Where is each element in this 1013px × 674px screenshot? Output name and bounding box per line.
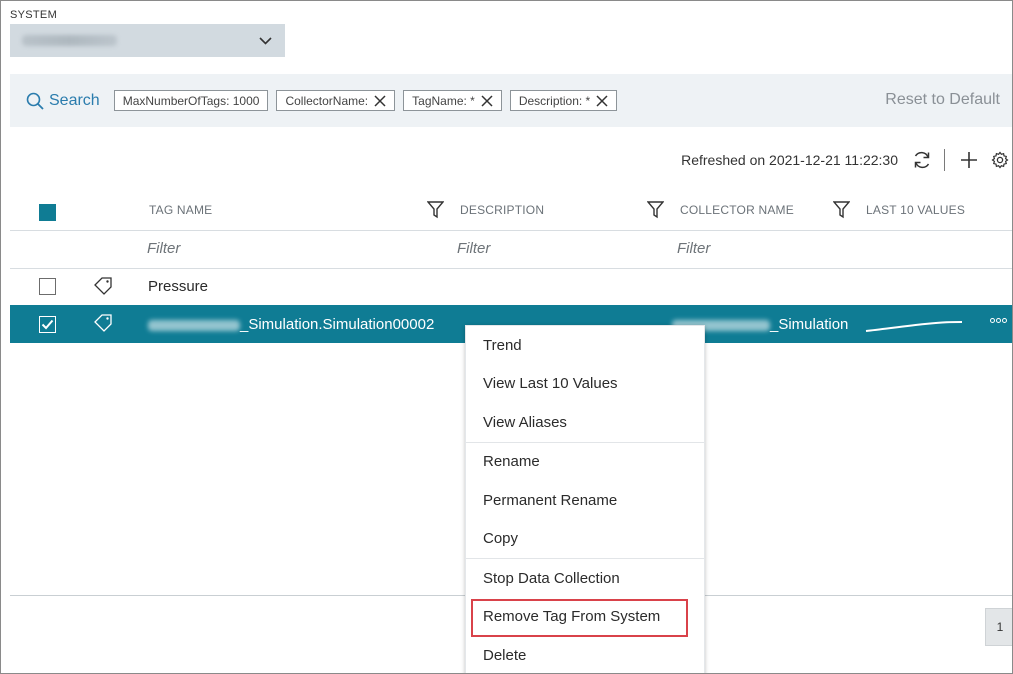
column-header-collector-name[interactable]: COLLECTOR NAME — [680, 203, 794, 217]
tag-name-suffix: _Simulation.Simulation00002 — [240, 316, 435, 333]
close-icon[interactable] — [596, 94, 608, 107]
search-icon — [26, 92, 44, 110]
context-menu: Trend View Last 10 Values View Aliases R… — [465, 325, 705, 673]
chip-label: MaxNumberOfTags: 1000 — [122, 93, 260, 108]
menu-item-copy[interactable]: Copy — [466, 520, 704, 559]
refreshed-timestamp: Refreshed on 2021-12-21 11:22:30 — [681, 152, 898, 168]
collector-name-filter-input[interactable]: Filter — [677, 240, 710, 257]
column-header-last-10-values[interactable]: LAST 10 VALUES — [866, 203, 965, 217]
chip-label: TagName: * — [412, 93, 475, 108]
gear-icon[interactable] — [991, 151, 1009, 169]
refresh-icon[interactable] — [912, 150, 932, 170]
tag-icon — [94, 277, 112, 295]
app-frame: SYSTEM Search MaxNumberOfTags: 1000 Coll… — [0, 0, 1013, 674]
close-icon[interactable] — [374, 94, 386, 107]
search-button[interactable]: Search — [26, 92, 100, 110]
menu-item-trend[interactable]: Trend — [466, 326, 704, 365]
system-selected-value — [22, 35, 117, 46]
table-header: TAG NAME DESCRIPTION COLLECTOR NAME LAST… — [10, 193, 1012, 231]
filter-icon[interactable] — [647, 201, 664, 219]
table-row[interactable]: Pressure — [10, 269, 1012, 305]
column-header-tag-name[interactable]: TAG NAME — [149, 203, 212, 217]
tag-name-cell: Pressure — [148, 278, 209, 295]
chevron-down-icon — [259, 37, 272, 45]
filter-chip-collector-name[interactable]: CollectorName: — [276, 90, 396, 111]
menu-group: Stop Data Collection Remove Tag From Sys… — [466, 559, 704, 673]
search-label: Search — [49, 91, 100, 109]
menu-item-rename[interactable]: Rename — [466, 443, 704, 482]
menu-item-remove-tag-from-system[interactable]: Remove Tag From System — [466, 598, 704, 636]
tag-icon — [94, 314, 112, 332]
page-button[interactable]: 1 — [985, 608, 1012, 646]
menu-group: Trend View Last 10 Values View Aliases — [466, 326, 704, 443]
more-options-icon[interactable] — [990, 318, 1007, 323]
filter-icon[interactable] — [427, 201, 444, 219]
filter-chip-tag-name[interactable]: TagName: * — [403, 90, 502, 111]
close-icon[interactable] — [481, 94, 493, 107]
menu-group: Rename Permanent Rename Copy — [466, 443, 704, 559]
filter-chip-max-tags[interactable]: MaxNumberOfTags: 1000 — [113, 90, 269, 111]
system-dropdown[interactable] — [10, 24, 285, 57]
tag-name-filter-input[interactable]: Filter — [147, 240, 180, 257]
search-bar: Search MaxNumberOfTags: 1000 CollectorNa… — [10, 74, 1012, 127]
plus-icon[interactable] — [959, 150, 979, 170]
row-checkbox[interactable] — [39, 278, 56, 295]
chip-label: CollectorName: — [285, 93, 369, 108]
row-checkbox-checked[interactable] — [39, 316, 56, 333]
select-all-checkbox[interactable] — [39, 204, 56, 221]
menu-item-view-last-10-values[interactable]: View Last 10 Values — [466, 365, 704, 404]
column-header-description[interactable]: DESCRIPTION — [460, 203, 544, 217]
filter-row: Filter Filter Filter — [10, 231, 1012, 269]
menu-item-delete[interactable]: Delete — [466, 636, 704, 673]
menu-item-permanent-rename[interactable]: Permanent Rename — [466, 481, 704, 520]
checkmark-icon — [41, 319, 54, 330]
filter-chip-description[interactable]: Description: * — [509, 90, 618, 111]
collector-name-suffix: _Simulation — [770, 316, 849, 333]
chip-label: Description: * — [518, 93, 591, 108]
reset-to-default-link[interactable]: Reset to Default — [885, 91, 1000, 109]
sparkline — [865, 321, 963, 332]
menu-item-stop-data-collection[interactable]: Stop Data Collection — [466, 559, 704, 598]
redacted-prefix — [148, 319, 240, 331]
toolbar-divider — [944, 149, 945, 171]
system-label: SYSTEM — [10, 9, 58, 21]
description-filter-input[interactable]: Filter — [457, 240, 490, 257]
tag-name-cell: _Simulation.Simulation00002 — [148, 316, 434, 333]
filter-icon[interactable] — [833, 201, 850, 219]
table-toolbar: Refreshed on 2021-12-21 11:22:30 — [681, 145, 1012, 175]
menu-item-view-aliases[interactable]: View Aliases — [466, 403, 704, 442]
